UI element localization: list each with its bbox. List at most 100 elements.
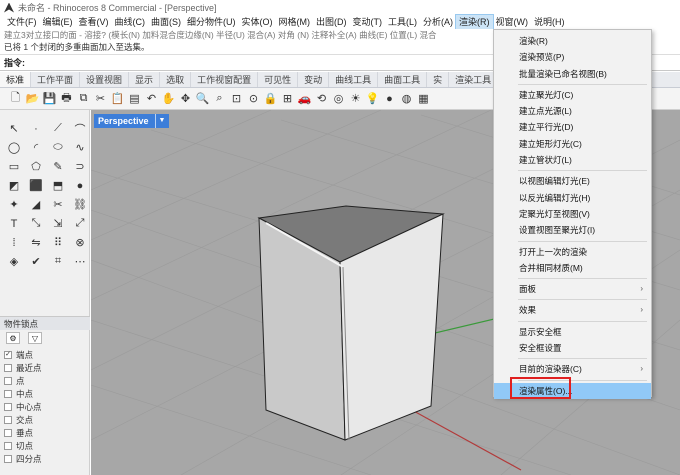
bulb-icon[interactable]: 💡 xyxy=(365,91,380,106)
surface-icon[interactable]: ◩ xyxy=(4,177,24,194)
viewport-dropdown-icon[interactable]: ▼ xyxy=(154,114,165,128)
pan-hand-icon[interactable]: ✋ xyxy=(161,91,176,106)
transform-icon[interactable]: ⇲ xyxy=(48,215,68,232)
osnap-checkbox[interactable] xyxy=(4,389,12,398)
render-menu-item[interactable]: 建立平行光(D) xyxy=(494,119,651,135)
toolbar-tab[interactable]: 工作平面 xyxy=(31,72,81,87)
undo-icon[interactable]: ↶ xyxy=(144,91,159,106)
osnap-item[interactable]: 中点 xyxy=(0,387,90,400)
copy-icon[interactable]: ⧉ xyxy=(76,91,91,106)
four-views-icon[interactable]: ⊞ xyxy=(280,91,295,106)
osnap-settings-icon[interactable]: ⚙ xyxy=(6,332,20,344)
render-menu-item[interactable]: 渲染预览(P) xyxy=(494,49,651,65)
menu-4[interactable]: 曲面(S) xyxy=(148,15,184,29)
render-menu-item[interactable]: 定聚光灯至视图(V) xyxy=(494,206,651,222)
clipboard-icon[interactable]: 📋 xyxy=(110,91,125,106)
osnap-item[interactable]: 垂点 xyxy=(0,426,90,439)
render-menu-item[interactable]: 批量渲染已命名视图(B) xyxy=(494,66,651,82)
line-icon[interactable]: ⟋ xyxy=(48,120,68,137)
osnap-checkbox[interactable] xyxy=(4,428,12,437)
osnap-filter-icon[interactable]: ▽ xyxy=(28,332,42,344)
toolbar-tab[interactable]: 显示 xyxy=(129,72,161,87)
save-icon[interactable]: 💾 xyxy=(42,91,57,106)
polyline-icon[interactable]: ⌒ xyxy=(70,120,90,137)
osnap-item[interactable]: 交点 xyxy=(0,413,90,426)
toolbar-tab[interactable]: 曲线工具 xyxy=(329,72,379,87)
box-object[interactable] xyxy=(257,205,445,441)
render-menu-item[interactable]: 效果 › xyxy=(494,302,651,318)
toolbar-tab[interactable]: 曲面工具 xyxy=(378,72,428,87)
grid-icon[interactable]: ⠿ xyxy=(48,234,68,251)
circle-tool-icon[interactable]: ◯ xyxy=(4,139,24,156)
osnap-checkbox[interactable] xyxy=(4,415,12,424)
render-menu-item[interactable]: 打开上一次的渲染 xyxy=(494,244,651,260)
osnap-item[interactable]: 最近点 xyxy=(0,361,90,374)
menu-7[interactable]: 网格(M) xyxy=(276,15,314,29)
zoom-window-icon[interactable]: ⌕ xyxy=(212,91,227,106)
lock-icon[interactable]: 🔒 xyxy=(263,91,278,106)
osnap-item[interactable]: ✓ 端点 xyxy=(0,348,90,361)
extrude-icon[interactable]: ⬒ xyxy=(48,177,68,194)
osnap-checkbox[interactable]: ✓ xyxy=(4,350,12,359)
menu-11[interactable]: 分析(A) xyxy=(420,15,456,29)
toolbar-tab[interactable]: 实 xyxy=(427,72,450,87)
render-icon[interactable]: ● xyxy=(382,91,397,106)
menu-2[interactable]: 查看(V) xyxy=(76,15,112,29)
render-menu-item[interactable]: 渲染(R) xyxy=(494,33,651,49)
menu-5[interactable]: 细分物件(U) xyxy=(184,15,239,29)
paste-icon[interactable]: ▤ xyxy=(127,91,142,106)
offset-icon[interactable]: ⊃ xyxy=(70,158,90,175)
freeform-icon[interactable]: ✎ xyxy=(48,158,68,175)
osnap-checkbox[interactable] xyxy=(4,454,12,463)
open-file-icon[interactable]: 📂 xyxy=(25,91,40,106)
zoom-icon[interactable]: 🔍 xyxy=(195,91,210,106)
join-icon[interactable]: ⛓ xyxy=(70,196,90,213)
render-menu-item[interactable]: 面板 › xyxy=(494,281,651,297)
more-tools-icon[interactable]: ⋯ xyxy=(70,253,90,270)
osnap-item[interactable]: 点 xyxy=(0,374,90,387)
array-icon[interactable]: ⁞ xyxy=(4,234,24,251)
menu-14[interactable]: 说明(H) xyxy=(531,15,568,29)
render-menu-item[interactable]: 建立点光源(L) xyxy=(494,103,651,119)
sphere-icon[interactable]: ● xyxy=(70,177,90,194)
osnap-item[interactable]: 中心点 xyxy=(0,400,90,413)
render-menu-item[interactable]: 建立聚光灯(C) xyxy=(494,87,651,103)
mirror-icon[interactable]: ⇋ xyxy=(26,234,46,251)
text-icon[interactable]: T xyxy=(4,215,24,232)
car-icon[interactable]: 🚗 xyxy=(297,91,312,106)
zoom-extents-icon[interactable]: ⊡ xyxy=(229,91,244,106)
render-menu-item[interactable]: 设置视图至聚光灯(I) xyxy=(494,222,651,238)
menu-8[interactable]: 出图(D) xyxy=(313,15,350,29)
scale-icon[interactable]: ⤢ xyxy=(70,215,90,232)
rectangle-icon[interactable]: ▭ xyxy=(4,158,24,175)
move-view-icon[interactable]: ✥ xyxy=(178,91,193,106)
viewport-tab[interactable]: Perspective ▼ xyxy=(94,114,170,128)
render-menu-item[interactable]: 显示安全框 xyxy=(494,324,651,340)
osnap-item[interactable]: 切点 xyxy=(0,439,90,452)
zoom-selected-icon[interactable]: ⊙ xyxy=(246,91,261,106)
toolbar-tab[interactable]: 选取 xyxy=(160,72,192,87)
new-file-icon[interactable]: 🗋 xyxy=(8,91,23,106)
explode-icon[interactable]: ⊗ xyxy=(70,234,90,251)
check-icon[interactable]: ✔ xyxy=(26,253,46,270)
osnap-checkbox[interactable] xyxy=(4,363,12,372)
rotate-icon[interactable]: ⟲ xyxy=(314,91,329,106)
render-menu-item[interactable]: 合并相同材质(M) xyxy=(494,260,651,276)
toolbar-tab[interactable]: 设置视图 xyxy=(80,72,130,87)
menu-1[interactable]: 编辑(E) xyxy=(40,15,76,29)
render-menu-item[interactable]: 建立矩形灯光(C) xyxy=(494,136,651,152)
curve-icon[interactable]: ∿ xyxy=(70,139,90,156)
light-icon[interactable]: ☀ xyxy=(348,91,363,106)
menu-3[interactable]: 曲线(C) xyxy=(112,15,149,29)
analyze-icon[interactable]: ◈ xyxy=(4,253,24,270)
osnap-checkbox[interactable] xyxy=(4,402,12,411)
print-icon[interactable]: 🖶 xyxy=(59,91,74,106)
layer-icon[interactable]: ▦ xyxy=(416,91,431,106)
ellipse-icon[interactable]: ⬭ xyxy=(48,139,68,156)
render-menu-item[interactable]: 安全框设置 xyxy=(494,340,651,356)
toolbar-tab[interactable]: 标准 xyxy=(0,72,32,87)
teapot-icon[interactable]: ◍ xyxy=(399,91,414,106)
osnap-checkbox[interactable] xyxy=(4,376,12,385)
boolean-icon[interactable]: ✦ xyxy=(4,196,24,213)
menu-6[interactable]: 实体(O) xyxy=(239,15,276,29)
